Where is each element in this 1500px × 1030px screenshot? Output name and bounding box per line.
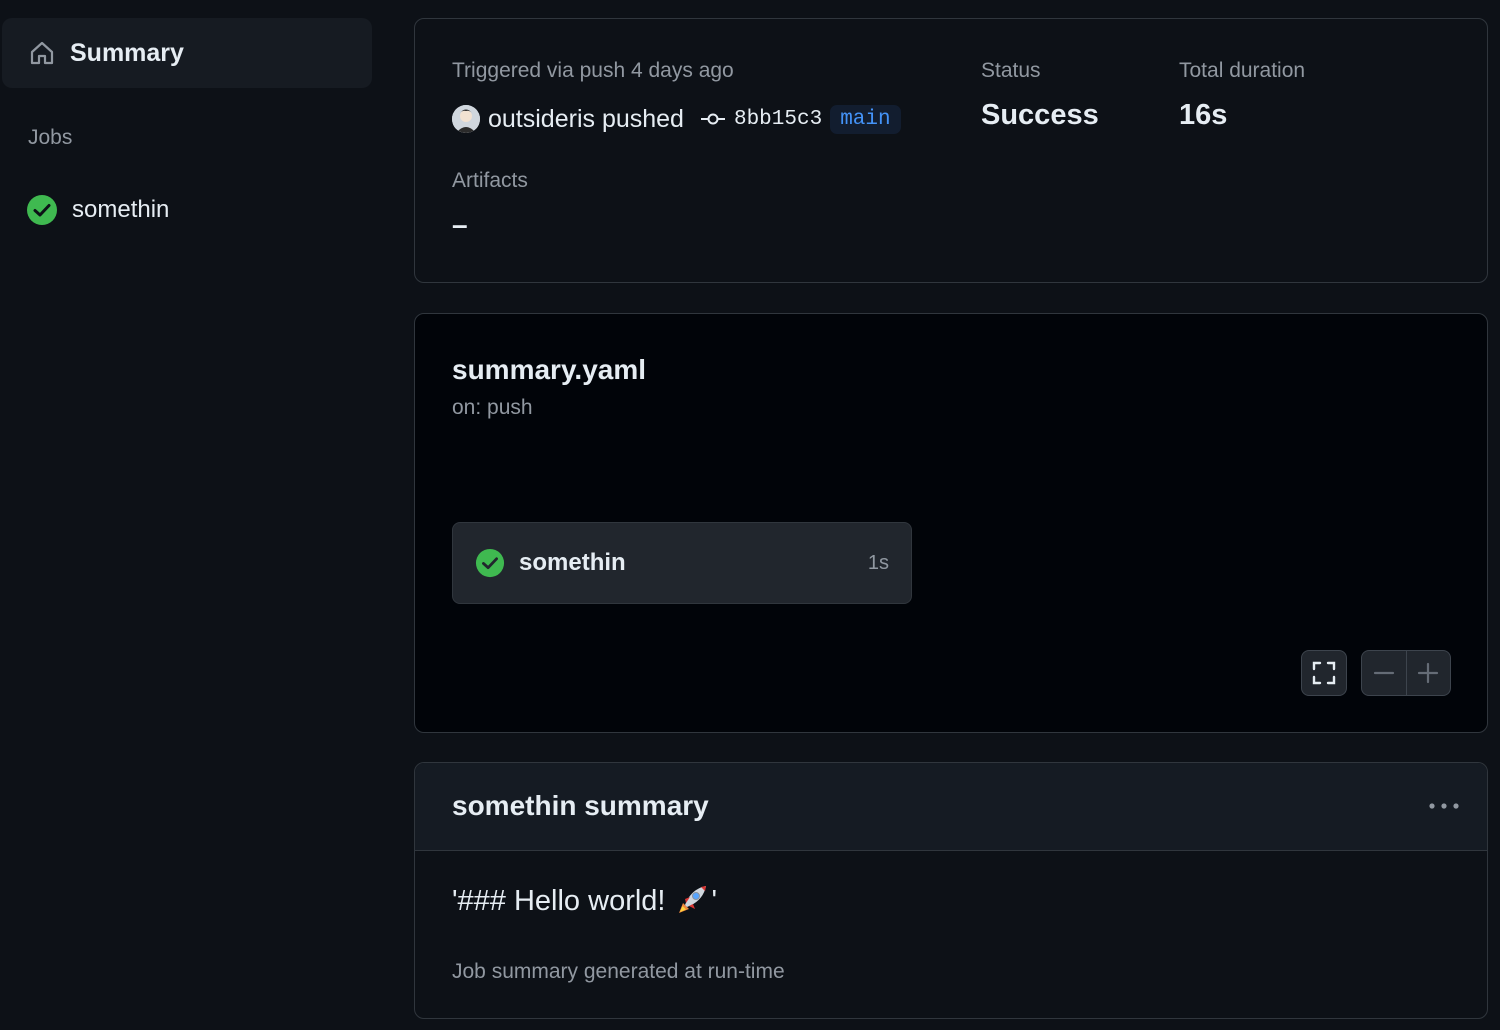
summary-heading-quote: ' — [711, 884, 718, 917]
sidebar: Summary Jobs somethin — [0, 0, 390, 1030]
job-summary-card: somethin summary '### Hello world! ' Job… — [414, 762, 1488, 1019]
job-summary-title: somethin summary — [452, 790, 709, 821]
fullscreen-icon — [1311, 660, 1337, 686]
workflow-trigger: on: push — [452, 396, 533, 419]
status-value: Success — [981, 99, 1099, 131]
run-info-card: Triggered via push 4 days ago outsideris… — [414, 18, 1488, 283]
sidebar-item-job[interactable]: somethin — [26, 190, 169, 230]
kebab-icon — [1428, 802, 1460, 810]
zoom-out-button[interactable] — [1362, 651, 1406, 695]
artifacts-value: – — [452, 209, 468, 240]
commit-sha-link[interactable]: 8bb15c3 — [734, 108, 822, 131]
fullscreen-button[interactable] — [1301, 650, 1347, 696]
check-circle-icon — [475, 548, 505, 578]
workflow-run-page: Summary Jobs somethin Triggered via push… — [0, 0, 1500, 1030]
sidebar-item-label: Summary — [70, 38, 184, 67]
summary-heading-text: '### Hello world! — [452, 884, 666, 917]
sidebar-job-label: somethin — [72, 196, 170, 223]
job-node-duration: 1s — [867, 551, 889, 574]
job-node-label: somethin — [519, 549, 626, 576]
plus-icon — [1417, 662, 1439, 684]
avatar[interactable] — [452, 105, 480, 133]
artifacts-label: Artifacts — [452, 169, 528, 192]
duration-label: Total duration — [1179, 59, 1306, 82]
sidebar-item-summary[interactable]: Summary — [2, 18, 372, 88]
rocket-icon — [673, 883, 709, 919]
job-summary-header: somethin summary — [415, 763, 1487, 851]
commit-icon — [700, 111, 726, 127]
triggered-text: Triggered via push 4 days ago — [452, 59, 734, 82]
status-label: Status — [981, 59, 1041, 82]
summary-footer: Job summary generated at run-time — [452, 960, 785, 983]
pusher-text: outsideris pushed — [488, 104, 684, 133]
workflow-name: summary.yaml — [452, 354, 647, 385]
duration-value: 16s — [1179, 99, 1228, 131]
pusher-row: outsideris pushed 8bb15c3 main — [452, 101, 901, 137]
summary-heading: '### Hello world! ' — [452, 883, 717, 919]
zoom-in-button[interactable] — [1405, 651, 1451, 695]
jobs-heading: Jobs — [28, 126, 73, 149]
job-node[interactable]: somethin 1s — [452, 522, 912, 604]
home-icon — [28, 39, 56, 67]
workflow-graph-card: summary.yaml on: push somethin 1s — [414, 313, 1488, 733]
zoom-controls — [1361, 650, 1451, 696]
branch-badge[interactable]: main — [830, 104, 901, 134]
minus-icon — [1373, 662, 1395, 684]
check-circle-icon — [26, 194, 58, 226]
more-options-button[interactable] — [1427, 791, 1461, 821]
